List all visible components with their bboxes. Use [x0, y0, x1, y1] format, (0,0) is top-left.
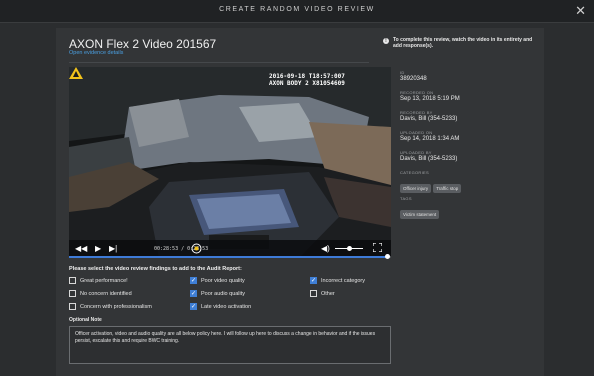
- finding-label: No concern identified: [80, 290, 132, 297]
- category-chip: Traffic stop: [433, 184, 462, 193]
- finding-checkbox[interactable]: ✓ Poor audio quality: [190, 289, 245, 298]
- checkmark-icon[interactable]: ✓: [310, 277, 317, 284]
- recorded-by-value: Davis, Bill (354-5233): [400, 116, 458, 122]
- recorded-by-label: RECORDED BY: [400, 110, 433, 115]
- finding-checkbox[interactable]: Concern with professionalism: [69, 302, 152, 311]
- title-divider: [69, 62, 369, 63]
- finding-checkbox[interactable]: ✓ Poor video quality: [190, 276, 245, 285]
- finding-checkbox[interactable]: ✓ Incorrect category: [310, 276, 365, 285]
- recorded-on-label: RECORDED ON: [400, 90, 434, 95]
- findings-title: Please select the video review findings …: [69, 266, 242, 272]
- checkbox-empty-icon[interactable]: [69, 290, 76, 297]
- finding-label: Incorrect category: [321, 277, 366, 284]
- review-notice: To complete this review, watch the video…: [393, 37, 533, 49]
- uploaded-by-value: Davis, Bill (354-5233): [400, 156, 458, 162]
- recorded-on-value: Sep 13, 2018 5:19 PM: [400, 96, 460, 102]
- tags-label: TAGS: [400, 196, 412, 201]
- uploaded-by-label: UPLOADED BY: [400, 150, 432, 155]
- finding-checkbox[interactable]: ✓ Late video activation: [190, 302, 251, 311]
- category-chip: Officer injury: [400, 184, 432, 193]
- video-progress-bar[interactable]: [69, 254, 391, 259]
- optional-note-textarea[interactable]: Officer activation, video and audio qual…: [69, 326, 391, 364]
- finding-checkbox[interactable]: Great performance!: [69, 276, 128, 285]
- modal-header: CREATE RANDOM VIDEO REVIEW ✕: [0, 0, 594, 23]
- close-icon[interactable]: ✕: [575, 4, 586, 17]
- modal-title: CREATE RANDOM VIDEO REVIEW: [219, 6, 375, 13]
- volume-icon[interactable]: ◀): [321, 244, 330, 253]
- axon-triangle-logo-icon: [69, 67, 83, 79]
- id-value: 38920348: [400, 76, 427, 82]
- uploaded-on-value: Sep 14, 2018 1:34 AM: [400, 136, 460, 142]
- checkmark-icon[interactable]: ✓: [190, 303, 197, 310]
- checkbox-empty-icon[interactable]: [310, 290, 317, 297]
- timestamp-overlay: 2016-09-18 T18:57:007 AXON BODY 2 X81054…: [269, 73, 345, 87]
- finding-label: Poor audio quality: [201, 290, 246, 297]
- overlay-line-1: 2016-09-18 T18:57:007: [269, 73, 345, 80]
- video-progress-fill: [69, 256, 388, 258]
- finding-label: Other: [321, 290, 335, 297]
- checkbox-empty-icon[interactable]: [69, 303, 76, 310]
- tag-chip: Victim statement: [400, 210, 440, 219]
- checkbox-empty-icon[interactable]: [69, 277, 76, 284]
- rewind-icon[interactable]: ◀◀: [75, 244, 87, 253]
- fullscreen-icon[interactable]: [372, 242, 383, 254]
- finding-label: Late video activation: [201, 303, 252, 310]
- finding-label: Great performance!: [80, 277, 128, 284]
- overlay-line-2: AXON BODY 2 X81054609: [269, 80, 345, 87]
- checkmark-icon[interactable]: ✓: [190, 290, 197, 297]
- checkmark-icon[interactable]: ✓: [190, 277, 197, 284]
- play-icon[interactable]: ▶: [95, 244, 101, 253]
- video-player[interactable]: 2016-09-18 T18:57:007 AXON BODY 2 X81054…: [69, 67, 391, 258]
- playback-speed-icon[interactable]: [191, 243, 202, 256]
- step-forward-icon[interactable]: ▶|: [109, 244, 117, 253]
- optional-note-label: Optional Note: [69, 317, 102, 323]
- id-label: ID: [400, 70, 405, 75]
- finding-label: Poor video quality: [201, 277, 245, 284]
- uploaded-on-label: UPLOADED ON: [400, 130, 433, 135]
- video-title: AXON Flex 2 Video 201567: [69, 37, 217, 51]
- open-evidence-details-link[interactable]: Open evidence details: [69, 50, 123, 56]
- finding-label: Concern with professionalism: [80, 303, 152, 310]
- info-icon: !: [383, 38, 389, 44]
- categories-label: CATEGORIES: [400, 170, 429, 175]
- finding-checkbox[interactable]: No concern identified: [69, 289, 132, 298]
- volume-slider[interactable]: [335, 246, 363, 251]
- video-frame: [69, 67, 391, 258]
- finding-checkbox[interactable]: Other: [310, 289, 335, 298]
